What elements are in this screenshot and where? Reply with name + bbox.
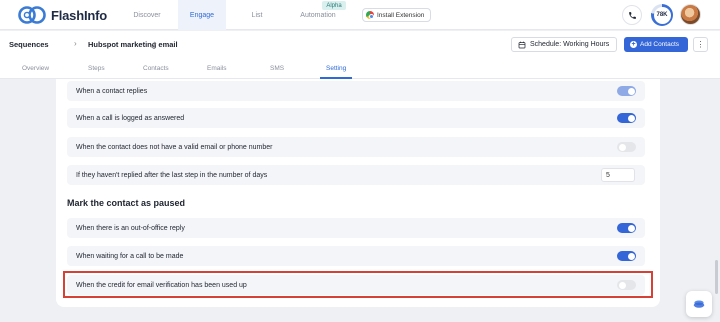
phone-icon: [628, 11, 636, 19]
section-title: Mark the contact as paused: [67, 198, 186, 208]
setting-label: When waiting for a call to be made: [76, 252, 184, 260]
setting-row: When waiting for a call to be made: [67, 246, 645, 266]
phone-button[interactable]: [622, 5, 642, 25]
logo-text: FlashInfo: [51, 7, 107, 23]
setting-label: If they haven't replied after the last s…: [76, 171, 268, 179]
logo[interactable]: FlashInfo: [17, 5, 107, 25]
tab-contacts[interactable]: Contacts: [143, 65, 169, 72]
help-button[interactable]: [686, 291, 712, 317]
schedule-label: Schedule: Working Hours: [530, 41, 610, 48]
chrome-icon: [366, 11, 374, 19]
breadcrumb-chevron-icon: ›: [74, 39, 77, 48]
add-contacts-button[interactable]: + Add Contacts: [624, 37, 688, 52]
alpha-badge: Alpha: [322, 1, 346, 10]
logo-icon: [18, 6, 46, 24]
schedule-button[interactable]: Schedule: Working Hours: [511, 37, 617, 52]
toggle-switch[interactable]: [617, 142, 636, 152]
tab-sms[interactable]: SMS: [270, 65, 284, 72]
more-options-icon[interactable]: ⋮: [693, 37, 708, 52]
tab-steps[interactable]: Steps: [88, 65, 105, 72]
breadcrumb-sequences[interactable]: Sequences: [9, 40, 49, 49]
calendar-icon: [518, 41, 526, 48]
sequence-title: Hubspot marketing email: [88, 40, 178, 49]
tab-overview[interactable]: Overview: [22, 65, 49, 72]
nav-discover[interactable]: Discover: [122, 0, 172, 30]
top-nav: FlashInfo Discover Engage List Automatio…: [0, 0, 720, 30]
toggle-switch[interactable]: [617, 251, 636, 261]
chat-icon: [693, 300, 705, 308]
toggle-switch[interactable]: [617, 86, 636, 96]
setting-row: When a contact replies: [67, 81, 645, 101]
install-extension-label: Install Extension: [377, 11, 425, 19]
edit-pencil-icon[interactable]: [150, 40, 158, 48]
tab-setting[interactable]: Setting: [326, 65, 346, 72]
toggle-switch[interactable]: [617, 113, 636, 123]
toggle-switch[interactable]: [617, 223, 636, 233]
highlight-box: [63, 271, 653, 298]
tab-emails[interactable]: Emails: [207, 65, 227, 72]
avatar[interactable]: [680, 4, 701, 25]
setting-row: When a call is logged as answered: [67, 108, 645, 128]
credits-score[interactable]: 78K: [651, 4, 673, 26]
days-input[interactable]: 5: [601, 168, 635, 182]
install-extension-button[interactable]: Install Extension: [362, 8, 432, 22]
credits-score-value: 78K: [653, 6, 671, 24]
scrollbar[interactable]: [715, 260, 718, 294]
setting-row: When there is an out-of-office reply: [67, 218, 645, 238]
add-contacts-label: Add Contacts: [640, 41, 680, 48]
setting-row: When the contact does not have a valid e…: [67, 137, 645, 157]
nav-list[interactable]: List: [236, 0, 278, 30]
setting-label: When a contact replies: [76, 87, 148, 95]
setting-label: When the contact does not have a valid e…: [76, 143, 273, 151]
plus-icon: +: [630, 41, 637, 48]
nav-engage[interactable]: Engage: [178, 0, 226, 30]
setting-label: When a call is logged as answered: [76, 114, 185, 122]
setting-row: If they haven't replied after the last s…: [67, 165, 645, 185]
sequence-header: Sequences › Hubspot marketing email Sche…: [0, 31, 720, 79]
setting-label: When there is an out-of-office reply: [76, 224, 185, 232]
